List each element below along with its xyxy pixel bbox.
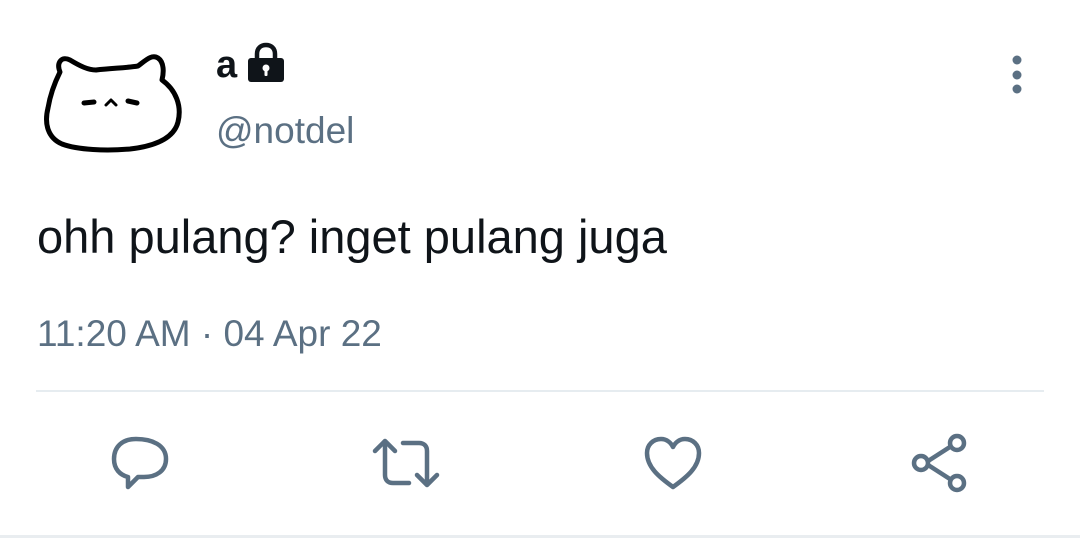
retweet-button[interactable] [371, 430, 441, 496]
cat-face-avatar-icon [44, 54, 182, 153]
avatar[interactable] [40, 50, 185, 155]
bottom-divider [0, 535, 1080, 538]
display-name-row: a [216, 40, 287, 90]
display-name[interactable]: a [216, 40, 237, 90]
lock-icon [245, 42, 287, 84]
reply-icon [111, 436, 169, 490]
user-handle[interactable]: @notdel [216, 108, 354, 154]
more-vertical-icon[interactable] [1000, 52, 1034, 98]
reply-button[interactable] [105, 430, 175, 496]
tweet-timestamp[interactable]: 11:20 AM · 04 Apr 22 [37, 310, 382, 358]
share-icon [911, 433, 967, 493]
divider [36, 390, 1044, 392]
retweet-icon [372, 438, 440, 488]
share-button[interactable] [905, 430, 975, 496]
heart-icon [644, 436, 702, 490]
tweet-text: ohh pulang? inget pulang juga [37, 210, 667, 263]
tweet-detail: a @notdel ohh pulang? inget pulang juga … [0, 0, 1080, 555]
like-button[interactable] [638, 430, 708, 496]
